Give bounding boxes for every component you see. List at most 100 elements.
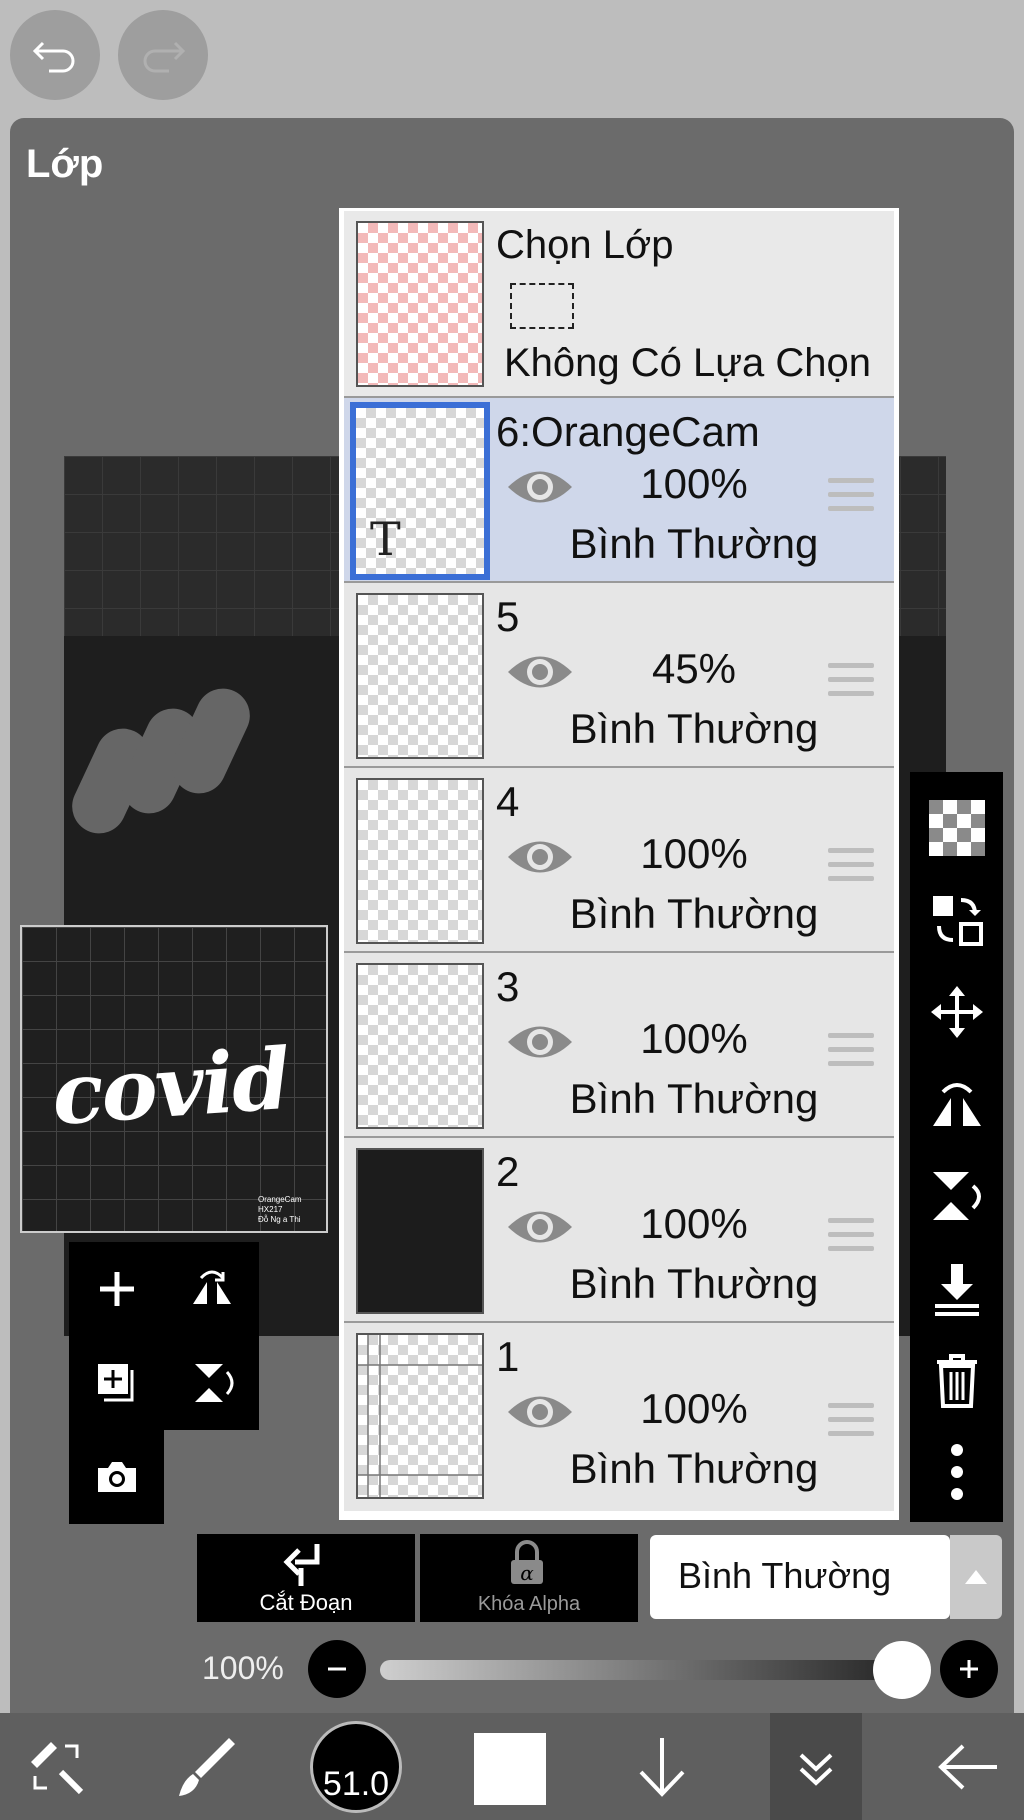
merge-down-icon <box>934 1264 979 1316</box>
transform-eraser-icon <box>31 1742 84 1795</box>
layer-thumbnail: T <box>350 402 490 580</box>
drag-handle-icon[interactable] <box>828 1033 874 1069</box>
layer-blend-mode: Bình Thường <box>569 520 819 567</box>
layer-name: 4 <box>496 778 520 825</box>
brush-size-indicator[interactable]: 51.0 <box>310 1721 402 1813</box>
visibility-eye-icon[interactable] <box>506 464 574 510</box>
layer-opacity: 45% <box>651 645 737 692</box>
layer-blend-mode: Bình Thường <box>569 1260 819 1307</box>
opacity-slider-track[interactable] <box>380 1660 912 1680</box>
preview-credit-line: Đỗ Ng a Thi <box>258 1215 301 1224</box>
layer-menu-button[interactable] <box>770 1713 862 1820</box>
move-button[interactable] <box>910 966 1003 1058</box>
arrow-left-icon <box>938 1744 997 1790</box>
flip-vertical-canvas-button[interactable] <box>910 1150 1003 1242</box>
move-down-button[interactable] <box>616 1725 708 1809</box>
layer-row[interactable]: 2 100% Bình Thường <box>344 1136 894 1321</box>
layer-row[interactable]: 5 45% Bình Thường <box>344 581 894 766</box>
layer-opacity: 100% <box>640 1385 748 1432</box>
layer-tools-left <box>69 1242 259 1524</box>
plus-icon <box>960 1660 978 1678</box>
drag-handle-icon[interactable] <box>828 848 874 884</box>
preview-word: covid <box>48 1028 292 1145</box>
layer-name: 3 <box>496 963 520 1010</box>
opacity-row: 100% <box>0 1640 1024 1700</box>
add-layer-button[interactable] <box>69 1242 164 1336</box>
plus-icon <box>99 1272 134 1306</box>
selection-marquee-icon <box>510 283 574 329</box>
layer-blend-mode: Bình Thường <box>569 705 819 752</box>
visibility-eye-icon[interactable] <box>506 649 574 695</box>
flip-vertical-button[interactable] <box>164 1336 259 1430</box>
blend-mode-select[interactable]: Bình Thường <box>650 1535 950 1619</box>
flip-vertical-icon <box>932 1172 981 1220</box>
redo-button[interactable] <box>118 10 208 100</box>
drag-handle-icon[interactable] <box>828 663 874 699</box>
layer-tools-right <box>910 772 1003 1522</box>
opacity-value: 100% <box>202 1650 284 1686</box>
layer-blend-mode: Bình Thường <box>569 1075 819 1122</box>
undo-button[interactable] <box>10 10 100 100</box>
visibility-eye-icon[interactable] <box>506 834 574 880</box>
drag-handle-icon[interactable] <box>828 1403 874 1439</box>
redo-icon <box>143 41 186 73</box>
layer-name: 1 <box>496 1333 520 1380</box>
more-vertical-icon <box>950 1444 963 1500</box>
layer-thumbnail <box>356 1148 484 1314</box>
layer-opacity: 100% <box>640 460 748 507</box>
drag-handle-icon[interactable] <box>828 478 874 514</box>
layer-row[interactable]: 1 100% Bình Thường <box>344 1321 894 1506</box>
flip-horizontal-canvas-button[interactable] <box>910 1058 1003 1150</box>
clipping-button[interactable]: Cắt Đoạn <box>197 1534 415 1622</box>
triangle-up-icon <box>965 1570 987 1584</box>
blend-mode-dropdown-button[interactable] <box>950 1535 1002 1619</box>
selection-layer-title: Chọn Lớp <box>496 223 674 267</box>
camera-icon <box>97 1462 136 1492</box>
brush-tool-button[interactable] <box>160 1725 252 1809</box>
visibility-eye-icon[interactable] <box>506 1019 574 1065</box>
double-chevron-down-icon <box>799 1753 833 1786</box>
layer-row[interactable]: 4 100% Bình Thường <box>344 766 894 951</box>
back-button[interactable] <box>922 1725 1014 1809</box>
opacity-decrease-button[interactable] <box>308 1640 366 1698</box>
flip-vertical-icon <box>194 1364 233 1402</box>
alpha-lock-button[interactable]: α Khóa Alpha <box>420 1534 638 1622</box>
selection-status: Không Có Lựa Chọn <box>504 341 872 385</box>
transparent-fill-button[interactable] <box>910 782 1003 874</box>
visibility-eye-icon[interactable] <box>506 1204 574 1250</box>
move-icon <box>930 986 983 1038</box>
flip-horizontal-icon <box>932 1083 981 1126</box>
add-copy-layer-button[interactable] <box>69 1336 164 1430</box>
swap-layers-button[interactable] <box>910 874 1003 966</box>
opacity-slider-knob[interactable] <box>873 1641 931 1699</box>
undo-icon <box>32 41 75 73</box>
preview-credit: OrangeCam HX217 Đỗ Ng a Thi <box>258 1195 302 1225</box>
drag-handle-icon[interactable] <box>828 1218 874 1254</box>
preview-credit-line: HX217 <box>258 1205 283 1214</box>
add-copy-icon <box>97 1364 133 1402</box>
camera-button[interactable] <box>69 1430 164 1524</box>
guide-lines-icon <box>358 1335 482 1497</box>
color-swatch[interactable] <box>474 1733 546 1805</box>
swap-icon <box>932 896 983 946</box>
layer-name: 5 <box>496 593 520 640</box>
layer-row[interactable]: T 6:OrangeCam 100% Bình Thường <box>344 396 894 581</box>
layer-thumbnail <box>356 593 484 759</box>
more-options-button[interactable] <box>910 1426 1003 1518</box>
layer-opacity: 100% <box>640 1200 748 1247</box>
canvas-preview[interactable]: covid OrangeCam HX217 Đỗ Ng a Thi <box>20 925 328 1233</box>
brush-icon <box>179 1738 235 1796</box>
layer-name: 2 <box>496 1148 520 1195</box>
clipping-label: Cắt Đoạn <box>259 1590 353 1615</box>
layer-thumbnail <box>356 963 484 1129</box>
flip-horizontal-button[interactable] <box>164 1242 259 1336</box>
visibility-eye-icon[interactable] <box>506 1389 574 1435</box>
alpha-lock-label: Khóa Alpha <box>477 1593 581 1615</box>
merge-down-button[interactable] <box>910 1242 1003 1334</box>
transform-tool-button[interactable] <box>10 1725 102 1809</box>
layer-row[interactable]: 3 100% Bình Thường <box>344 951 894 1136</box>
delete-layer-button[interactable] <box>910 1334 1003 1426</box>
flip-horizontal-icon <box>192 1270 231 1304</box>
opacity-increase-button[interactable] <box>940 1640 998 1698</box>
selection-layer-row[interactable]: Chọn Lớp Không Có Lựa Chọn <box>344 211 894 396</box>
